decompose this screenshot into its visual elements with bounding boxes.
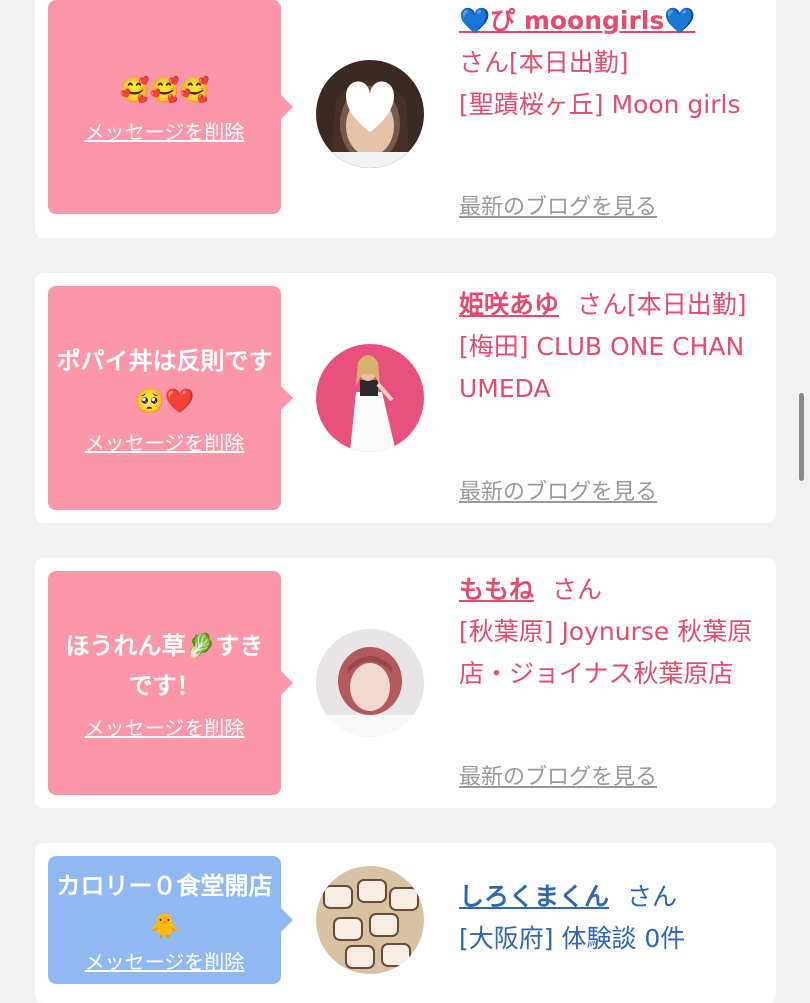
- message-card: ポパイ丼は反則です🥺❤️ メッセージを削除 姫咲あゆ さん[本日出勤] [梅田] …: [35, 273, 776, 523]
- message-text: 🥰🥰🥰: [119, 75, 210, 104]
- cast-name-link[interactable]: ももね: [459, 575, 534, 604]
- review-info: [大阪府] 体験談 0件: [459, 924, 686, 953]
- cast-status: さん[本日出勤]: [459, 48, 629, 77]
- message-bubble: カロリー０食堂開店🐥 メッセージを削除: [48, 856, 293, 984]
- message-card: 🥰🥰🥰 メッセージを削除 💙ぴ moongirls💙 さん[本日出勤] [聖蹟桜…: [35, 0, 776, 238]
- latest-blog-link[interactable]: 最新のブログを見る: [459, 189, 657, 221]
- message-bubble: ほうれん草🥬すきです！ メッセージを削除: [48, 571, 293, 795]
- cast-status: さん: [552, 575, 603, 604]
- user-name-link[interactable]: しろくまくん: [459, 882, 609, 911]
- shop-name: [梅田] CLUB ONE CHAN UMEDA: [459, 332, 745, 403]
- message-card: ほうれん草🥬すきです！ メッセージを削除 ももね さん [秋葉原] Joynurs…: [35, 558, 776, 808]
- cast-info: ももね さん [秋葉原] Joynurse 秋葉原店・ジョイナス秋葉原店: [459, 569, 769, 695]
- delete-message-link[interactable]: メッセージを削除: [85, 427, 245, 456]
- cast-name-link[interactable]: 姫咲あゆ: [459, 290, 559, 319]
- avatar[interactable]: [316, 60, 424, 168]
- shop-name: [秋葉原] Joynurse 秋葉原店・ジョイナス秋葉原店: [459, 617, 753, 688]
- latest-blog-link[interactable]: 最新のブログを見る: [459, 474, 657, 506]
- cast-name-link[interactable]: 💙ぴ moongirls💙: [459, 6, 695, 35]
- cast-info: しろくまくん さん [大阪府] 体験談 0件: [459, 876, 769, 960]
- message-text: カロリー０食堂開店🐥: [56, 871, 273, 940]
- message-bubble: 🥰🥰🥰 メッセージを削除: [48, 0, 293, 214]
- delete-message-link[interactable]: メッセージを削除: [85, 946, 245, 975]
- shop-name: [聖蹟桜ヶ丘] Moon girls: [459, 90, 741, 119]
- user-suffix: さん: [627, 882, 678, 911]
- cast-info: 💙ぴ moongirls💙 さん[本日出勤] [聖蹟桜ヶ丘] Moon girl…: [459, 0, 769, 126]
- delete-message-link[interactable]: メッセージを削除: [85, 712, 245, 741]
- message-text: ポパイ丼は反則です🥺❤️: [56, 346, 273, 415]
- avatar[interactable]: [316, 866, 424, 974]
- cast-info: 姫咲あゆ さん[本日出勤] [梅田] CLUB ONE CHAN UMEDA: [459, 284, 769, 410]
- latest-blog-link[interactable]: 最新のブログを見る: [459, 759, 657, 791]
- cast-status: さん[本日出勤]: [577, 290, 747, 319]
- message-card: カロリー０食堂開店🐥 メッセージを削除 しろくまくん さん [大阪府] 体験談 0…: [35, 843, 776, 1003]
- message-text: ほうれん草🥬すきです！: [65, 631, 264, 700]
- avatar[interactable]: [316, 344, 424, 452]
- avatar[interactable]: [316, 629, 424, 737]
- delete-message-link[interactable]: メッセージを削除: [85, 116, 245, 145]
- scrollbar[interactable]: [799, 393, 804, 481]
- message-bubble: ポパイ丼は反則です🥺❤️ メッセージを削除: [48, 286, 293, 510]
